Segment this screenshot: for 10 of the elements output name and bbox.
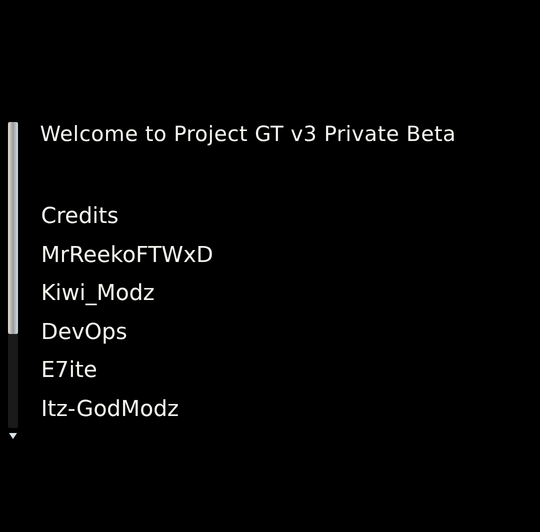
menu-item[interactable]: E7ite xyxy=(40,352,456,391)
scrollbar-thumb[interactable] xyxy=(8,122,18,334)
menu-title: Welcome to Project GT v3 Private Beta xyxy=(40,121,456,148)
down-arrow-icon xyxy=(8,432,18,440)
menu-item[interactable]: MrReekoFTWxD xyxy=(40,236,456,276)
menu-item[interactable]: Kiwi_Modz xyxy=(40,275,456,314)
menu-item[interactable]: DevOps xyxy=(40,314,456,352)
scrollbar[interactable] xyxy=(8,122,18,428)
menu-item[interactable]: Credits xyxy=(40,198,456,237)
menu-item[interactable]: Itz-GodModz xyxy=(40,390,456,430)
